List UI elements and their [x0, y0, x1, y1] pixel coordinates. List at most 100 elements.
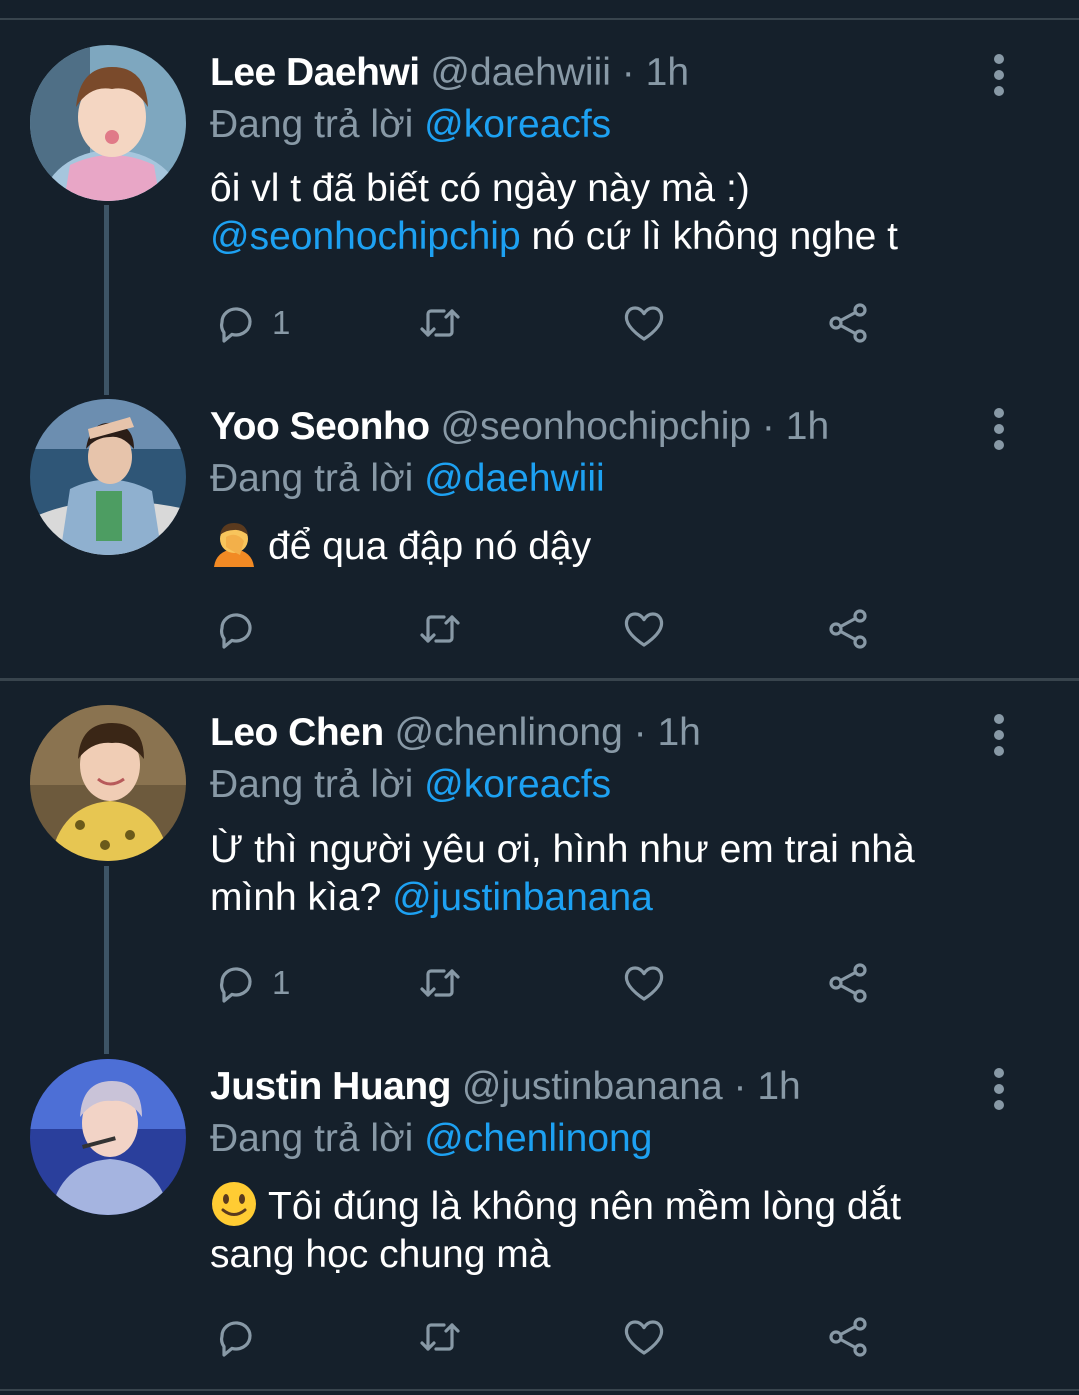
reply-icon — [220, 1321, 252, 1357]
avatar[interactable] — [30, 45, 186, 201]
replying-to-mention[interactable]: @daehwiii — [424, 457, 605, 500]
tweet-text: để qua đập nó dậy — [210, 521, 1010, 571]
like-icon — [624, 306, 664, 341]
replying-prefix: Đang trả lời — [210, 763, 414, 806]
separator-dot: · — [621, 51, 635, 94]
tweet-text-line: ôi vl t đã biết có ngày này mà :) — [210, 167, 750, 210]
more-options-icon[interactable] — [988, 714, 1010, 758]
share-icon — [829, 303, 867, 343]
text-mention[interactable]: @seonhochipchip — [210, 215, 521, 258]
tweet-text-line: @seonhochipchip nó cứ lì không nghe t — [210, 213, 1010, 261]
avatar[interactable] — [30, 705, 186, 861]
reply-button[interactable] — [212, 1313, 272, 1361]
user-handle[interactable]: @seonhochipchip — [440, 405, 751, 448]
thread-connector-line — [104, 205, 109, 395]
like-button[interactable] — [620, 1313, 668, 1361]
timestamp[interactable]: 1h — [646, 51, 689, 94]
replying-to-mention[interactable]: @chenlinong — [424, 1117, 652, 1160]
like-button[interactable] — [620, 959, 668, 1007]
replying-to-mention[interactable]: @koreacfs — [424, 763, 611, 806]
tweet-header: Yoo Seonho @seonhochipchip · 1h — [210, 404, 829, 450]
retweet-icon — [420, 615, 460, 643]
slightly-smiling-emoji-icon — [212, 1182, 256, 1226]
tweet-actions: 1 — [212, 959, 912, 1007]
reply-button[interactable]: 1 — [212, 959, 290, 1007]
display-name[interactable]: Leo Chen — [210, 711, 384, 754]
more-options-icon[interactable] — [988, 54, 1010, 98]
more-options-icon[interactable] — [988, 408, 1010, 452]
top-divider — [0, 18, 1079, 20]
user-handle[interactable]: @chenlinong — [395, 711, 623, 754]
tweet-text-line: Tôi đúng là không nên mềm lòng dắt — [210, 1181, 1010, 1231]
display-name[interactable]: Yoo Seonho — [210, 405, 430, 448]
separator-dot: · — [633, 711, 647, 754]
share-icon — [829, 1317, 867, 1357]
text-content: Tôi đúng là không nên mềm lòng dắt — [268, 1185, 902, 1228]
tweet-text-content: để qua đập nó dậy — [268, 525, 592, 568]
timestamp[interactable]: 1h — [786, 405, 829, 448]
retweet-button[interactable] — [416, 959, 464, 1007]
reply-button[interactable]: 1 — [212, 299, 290, 347]
share-button[interactable] — [824, 605, 872, 653]
tweet-header: Lee Daehwi @daehwiii · 1h — [210, 50, 689, 96]
retweet-icon — [420, 309, 460, 337]
tweet-header: Justin Huang @justinbanana · 1h — [210, 1064, 801, 1110]
avatar[interactable] — [30, 399, 186, 555]
more-options-icon[interactable] — [988, 1068, 1010, 1112]
share-button[interactable] — [824, 299, 872, 347]
tweet-text: ôi vl t đã biết có ngày này mà :) @seonh… — [210, 165, 1010, 261]
text-mention[interactable]: @justinbanana — [392, 876, 653, 919]
tweet-text: Tôi đúng là không nên mềm lòng dắt sang … — [210, 1181, 1010, 1279]
conversation-divider — [0, 678, 1079, 681]
replying-to-line: Đang trả lời @daehwiii — [210, 456, 605, 502]
reply-count: 1 — [272, 304, 291, 341]
timestamp[interactable]: 1h — [757, 1065, 800, 1108]
user-handle[interactable]: @daehwiii — [430, 51, 611, 94]
retweet-icon — [420, 969, 460, 997]
tweet-text: Ừ thì người yêu ơi, hình như em trai nhà… — [210, 826, 1010, 922]
reply-count: 1 — [272, 964, 291, 1001]
text-content: mình kìa? — [210, 876, 393, 919]
replying-prefix: Đang trả lời — [210, 1117, 414, 1160]
like-icon — [624, 1320, 664, 1355]
tweet-text-line: Ừ thì người yêu ơi, hình như em trai nhà — [210, 828, 915, 871]
share-button[interactable] — [824, 959, 872, 1007]
like-icon — [624, 612, 664, 647]
user-handle[interactable]: @justinbanana — [462, 1065, 723, 1108]
like-icon — [624, 966, 664, 1001]
timestamp[interactable]: 1h — [657, 711, 700, 754]
display-name[interactable]: Lee Daehwi — [210, 51, 420, 94]
tweet-actions: 1 — [212, 299, 912, 347]
replying-prefix: Đang trả lời — [210, 457, 414, 500]
display-name[interactable]: Justin Huang — [210, 1065, 452, 1108]
separator-dot: · — [733, 1065, 747, 1108]
replying-to-line: Đang trả lời @chenlinong — [210, 1116, 652, 1162]
reply-icon — [220, 613, 252, 649]
share-button[interactable] — [824, 1313, 872, 1361]
facepalm-emoji-icon — [214, 523, 254, 567]
retweet-button[interactable] — [416, 299, 464, 347]
replying-to-line: Đang trả lời @koreacfs — [210, 102, 611, 148]
replying-prefix: Đang trả lời — [210, 103, 414, 146]
tweet-actions — [212, 605, 912, 653]
replying-to-line: Đang trả lời @koreacfs — [210, 762, 611, 808]
thread-connector-line — [104, 866, 109, 1054]
reply-button[interactable] — [212, 605, 272, 653]
reply-icon — [220, 307, 252, 343]
tweet-text-line: mình kìa? @justinbanana — [210, 874, 1010, 922]
text-content: nó cứ lì không nghe t — [520, 215, 898, 258]
retweet-icon — [420, 1323, 460, 1351]
bottom-divider — [0, 1389, 1079, 1391]
like-button[interactable] — [620, 299, 668, 347]
tweet-actions — [212, 1313, 912, 1361]
tweet-text-line: sang học chung mà — [210, 1233, 551, 1276]
replying-to-mention[interactable]: @koreacfs — [424, 103, 611, 146]
reply-icon — [220, 967, 252, 1003]
avatar[interactable] — [30, 1059, 186, 1215]
share-icon — [829, 609, 867, 649]
retweet-button[interactable] — [416, 1313, 464, 1361]
like-button[interactable] — [620, 605, 668, 653]
retweet-button[interactable] — [416, 605, 464, 653]
separator-dot: · — [761, 405, 775, 448]
tweet-header: Leo Chen @chenlinong · 1h — [210, 710, 701, 756]
